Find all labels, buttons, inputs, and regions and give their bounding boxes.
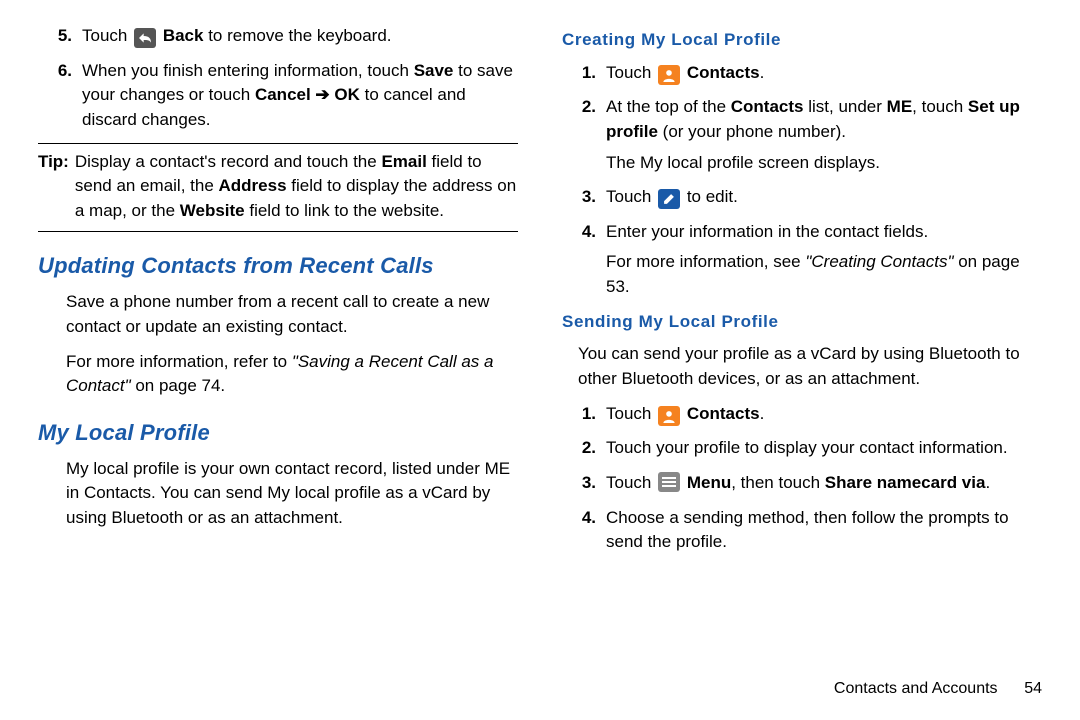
step-number: 2. bbox=[562, 95, 606, 175]
text: to edit. bbox=[687, 187, 738, 206]
text: field to link to the website. bbox=[245, 201, 444, 220]
text: , touch bbox=[912, 97, 968, 116]
text: When you finish entering information, to… bbox=[82, 61, 414, 80]
edit-icon bbox=[658, 189, 680, 209]
step-body: Enter your information in the contact fi… bbox=[606, 220, 1042, 300]
reference-link: "Creating Contacts" bbox=[805, 252, 953, 271]
send-steps: 1. Touch Contacts. 2. Touch your profile… bbox=[562, 402, 1042, 555]
send-step-2: 2. Touch your profile to display your co… bbox=[562, 436, 1042, 461]
step-body: When you finish entering information, to… bbox=[82, 59, 518, 133]
heading-my-local-profile: My Local Profile bbox=[38, 417, 518, 449]
contacts-label: Contacts bbox=[687, 63, 760, 82]
contacts-icon bbox=[658, 406, 680, 426]
step-number: 4. bbox=[562, 506, 606, 555]
text: At the top of the bbox=[606, 97, 731, 116]
text: Display a contact's record and touch the bbox=[75, 152, 382, 171]
paragraph: You can send your profile as a vCard by … bbox=[578, 342, 1042, 391]
contacts-label: Contacts bbox=[687, 404, 760, 423]
create-step-3: 3. Touch to edit. bbox=[562, 185, 1042, 210]
save-label: Save bbox=[414, 61, 454, 80]
text: Enter your information in the contact fi… bbox=[606, 222, 928, 241]
paragraph: My local profile is your own contact rec… bbox=[66, 457, 518, 531]
manual-page: 5. Touch Back to remove the keyboard. 6.… bbox=[0, 0, 1080, 720]
step-body: Touch your profile to display your conta… bbox=[606, 436, 1042, 461]
text: . bbox=[760, 404, 765, 423]
address-label: Address bbox=[219, 176, 287, 195]
heading-sending-profile: Sending My Local Profile bbox=[562, 310, 1042, 335]
email-label: Email bbox=[381, 152, 426, 171]
page-number: 54 bbox=[1002, 677, 1042, 700]
menu-icon bbox=[658, 472, 680, 492]
send-step-4: 4. Choose a sending method, then follow … bbox=[562, 506, 1042, 555]
text: on page 74. bbox=[131, 376, 226, 395]
step-number: 1. bbox=[562, 402, 606, 427]
text: . bbox=[760, 63, 765, 82]
menu-label: Menu bbox=[687, 473, 731, 492]
text: , then touch bbox=[731, 473, 825, 492]
step-body: Touch to edit. bbox=[606, 185, 1042, 210]
text: Touch bbox=[606, 404, 656, 423]
step-number: 3. bbox=[562, 185, 606, 210]
tip-label: Tip: bbox=[38, 150, 75, 224]
arrow-icon: ➔ bbox=[311, 85, 335, 104]
step-6: 6. When you finish entering information,… bbox=[38, 59, 518, 133]
sub-paragraph: The My local profile screen displays. bbox=[606, 151, 1042, 176]
step-body: Touch Contacts. bbox=[606, 402, 1042, 427]
contacts-icon bbox=[658, 65, 680, 85]
website-label: Website bbox=[180, 201, 245, 220]
step-number: 4. bbox=[562, 220, 606, 300]
heading-creating-profile: Creating My Local Profile bbox=[562, 28, 1042, 53]
step-number: 5. bbox=[38, 24, 82, 49]
send-step-3: 3. Touch Menu, then touch Share namecard… bbox=[562, 471, 1042, 496]
contacts-label: Contacts bbox=[731, 97, 804, 116]
step-number: 2. bbox=[562, 436, 606, 461]
right-column: Creating My Local Profile 1. Touch Conta… bbox=[540, 24, 1042, 710]
text: . bbox=[985, 473, 990, 492]
divider bbox=[38, 143, 518, 144]
back-label: Back bbox=[163, 26, 204, 45]
tip-block: Tip: Display a contact's record and touc… bbox=[38, 150, 518, 224]
paragraph: For more information, refer to "Saving a… bbox=[66, 350, 518, 399]
divider bbox=[38, 231, 518, 232]
footer-section: Contacts and Accounts bbox=[834, 680, 998, 697]
create-steps: 1. Touch Contacts. 2. At the top of the … bbox=[562, 61, 1042, 300]
text: Touch bbox=[606, 473, 656, 492]
create-step-4: 4. Enter your information in the contact… bbox=[562, 220, 1042, 300]
share-namecard-label: Share namecard via bbox=[825, 473, 986, 492]
sub-paragraph: For more information, see "Creating Cont… bbox=[606, 250, 1042, 299]
send-step-1: 1. Touch Contacts. bbox=[562, 402, 1042, 427]
step-body: Touch Menu, then touch Share namecard vi… bbox=[606, 471, 1042, 496]
me-label: ME bbox=[887, 97, 913, 116]
steps-5-6: 5. Touch Back to remove the keyboard. 6.… bbox=[38, 24, 518, 133]
back-icon bbox=[134, 28, 156, 48]
text: Touch bbox=[82, 26, 132, 45]
step-body: At the top of the Contacts list, under M… bbox=[606, 95, 1042, 175]
tip-body: Display a contact's record and touch the… bbox=[75, 150, 518, 224]
left-column: 5. Touch Back to remove the keyboard. 6.… bbox=[38, 24, 540, 710]
paragraph: Save a phone number from a recent call t… bbox=[66, 290, 518, 339]
create-step-1: 1. Touch Contacts. bbox=[562, 61, 1042, 86]
text: Touch bbox=[606, 187, 656, 206]
create-step-2: 2. At the top of the Contacts list, unde… bbox=[562, 95, 1042, 175]
text: (or your phone number). bbox=[658, 122, 846, 141]
heading-updating-contacts: Updating Contacts from Recent Calls bbox=[38, 250, 518, 282]
text: For more information, refer to bbox=[66, 352, 292, 371]
step-number: 6. bbox=[38, 59, 82, 133]
step-5: 5. Touch Back to remove the keyboard. bbox=[38, 24, 518, 49]
step-number: 1. bbox=[562, 61, 606, 86]
text: Touch bbox=[606, 63, 656, 82]
ok-label: OK bbox=[334, 85, 360, 104]
step-number: 3. bbox=[562, 471, 606, 496]
step-body: Touch Back to remove the keyboard. bbox=[82, 24, 518, 49]
cancel-label: Cancel bbox=[255, 85, 311, 104]
text: list, under bbox=[804, 97, 887, 116]
page-footer: Contacts and Accounts 54 bbox=[834, 677, 1042, 700]
text: For more information, see bbox=[606, 252, 805, 271]
step-body: Touch Contacts. bbox=[606, 61, 1042, 86]
step-body: Choose a sending method, then follow the… bbox=[606, 506, 1042, 555]
text: to remove the keyboard. bbox=[208, 26, 391, 45]
